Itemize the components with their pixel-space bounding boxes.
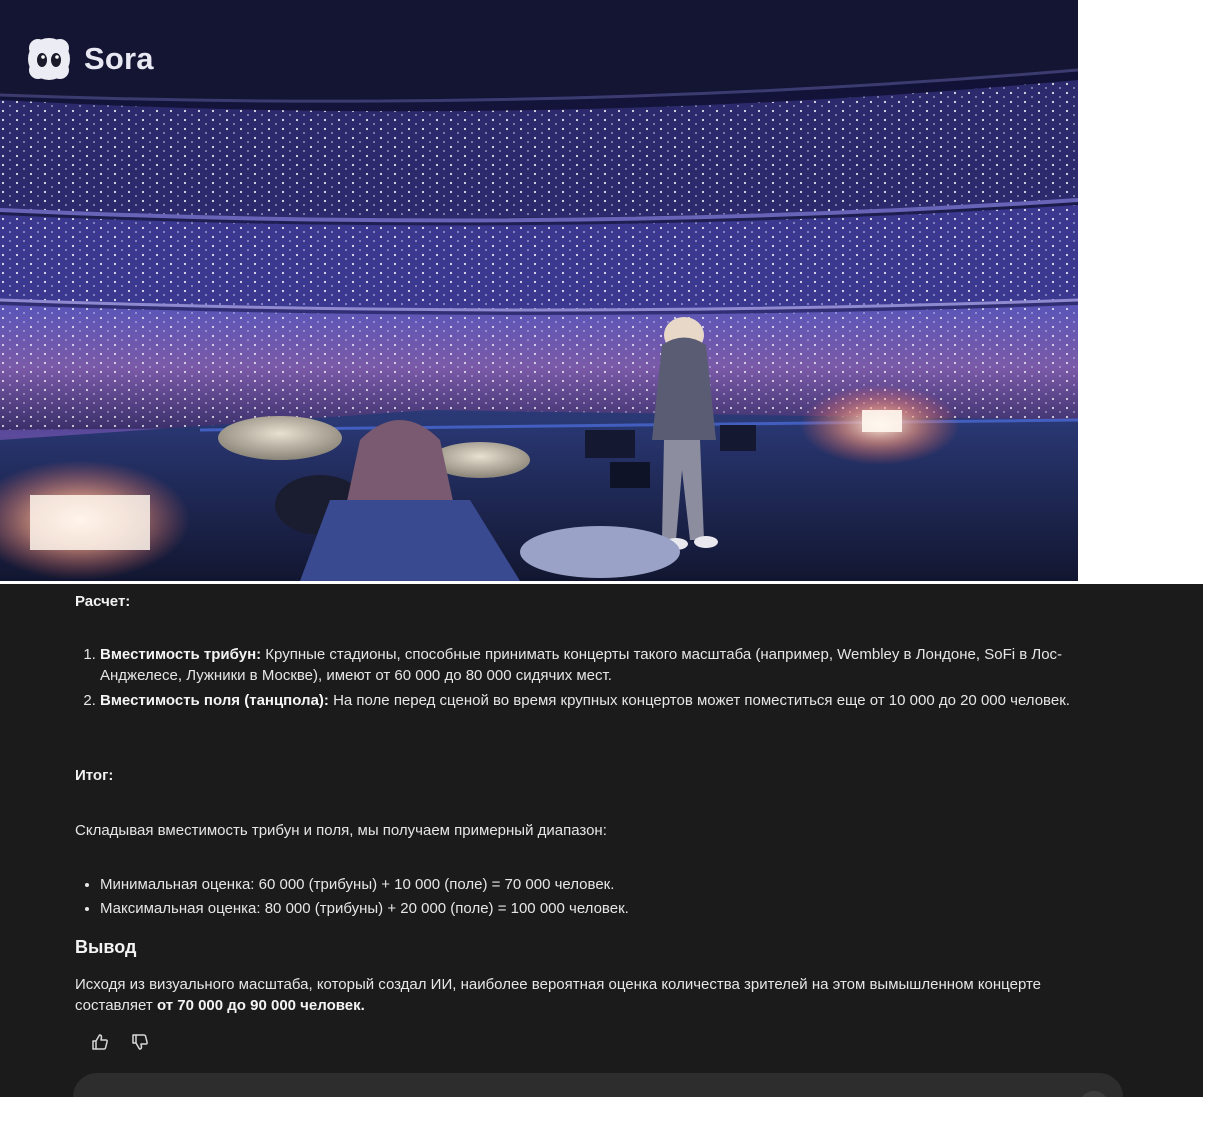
concert-stage-image xyxy=(0,0,1078,581)
composer-action-button[interactable] xyxy=(1079,1091,1109,1097)
total-heading: Итог: xyxy=(75,767,114,784)
calc-item-label: Вместимость поля (танцпола): xyxy=(100,692,329,709)
conclusion-paragraph: Исходя из визуального масштаба, который … xyxy=(75,974,1085,1016)
sora-logo-text: Sora xyxy=(84,41,154,76)
total-intro: Складывая вместимость трибун и поля, мы … xyxy=(75,822,607,839)
dislike-button[interactable] xyxy=(128,1030,152,1054)
sora-logo-icon xyxy=(28,38,70,80)
thumbs-up-icon xyxy=(92,1034,108,1050)
list-item: Максимальная оценка: 80 000 (трибуны) + … xyxy=(100,898,1100,919)
calc-list: Вместимость трибун: Крупные стадионы, сп… xyxy=(75,644,1100,715)
chat-message-panel: Расчет: Вместимость трибун: Крупные стад… xyxy=(0,584,1203,1097)
sora-logo: Sora xyxy=(26,36,154,82)
video-frame: Sora xyxy=(0,0,1078,581)
calc-heading: Расчет: xyxy=(75,593,131,610)
estimates-list: Минимальная оценка: 60 000 (трибуны) + 1… xyxy=(75,874,1100,922)
list-item: Вместимость трибун: Крупные стадионы, сп… xyxy=(100,644,1100,686)
message-composer[interactable] xyxy=(73,1073,1123,1097)
calc-item-text: На поле перед сценой во время крупных ко… xyxy=(328,692,1070,709)
conclusion-heading: Вывод xyxy=(75,937,137,957)
message-actions xyxy=(88,1030,152,1054)
like-button[interactable] xyxy=(88,1030,112,1054)
calc-item-label: Вместимость трибун: xyxy=(100,646,262,663)
thumbs-down-icon xyxy=(132,1034,148,1050)
conclusion-bold: от 70 000 до 90 000 человек. xyxy=(156,997,365,1014)
list-item: Минимальная оценка: 60 000 (трибуны) + 1… xyxy=(100,874,1100,895)
list-item: Вместимость поля (танцпола): На поле пер… xyxy=(100,690,1100,711)
